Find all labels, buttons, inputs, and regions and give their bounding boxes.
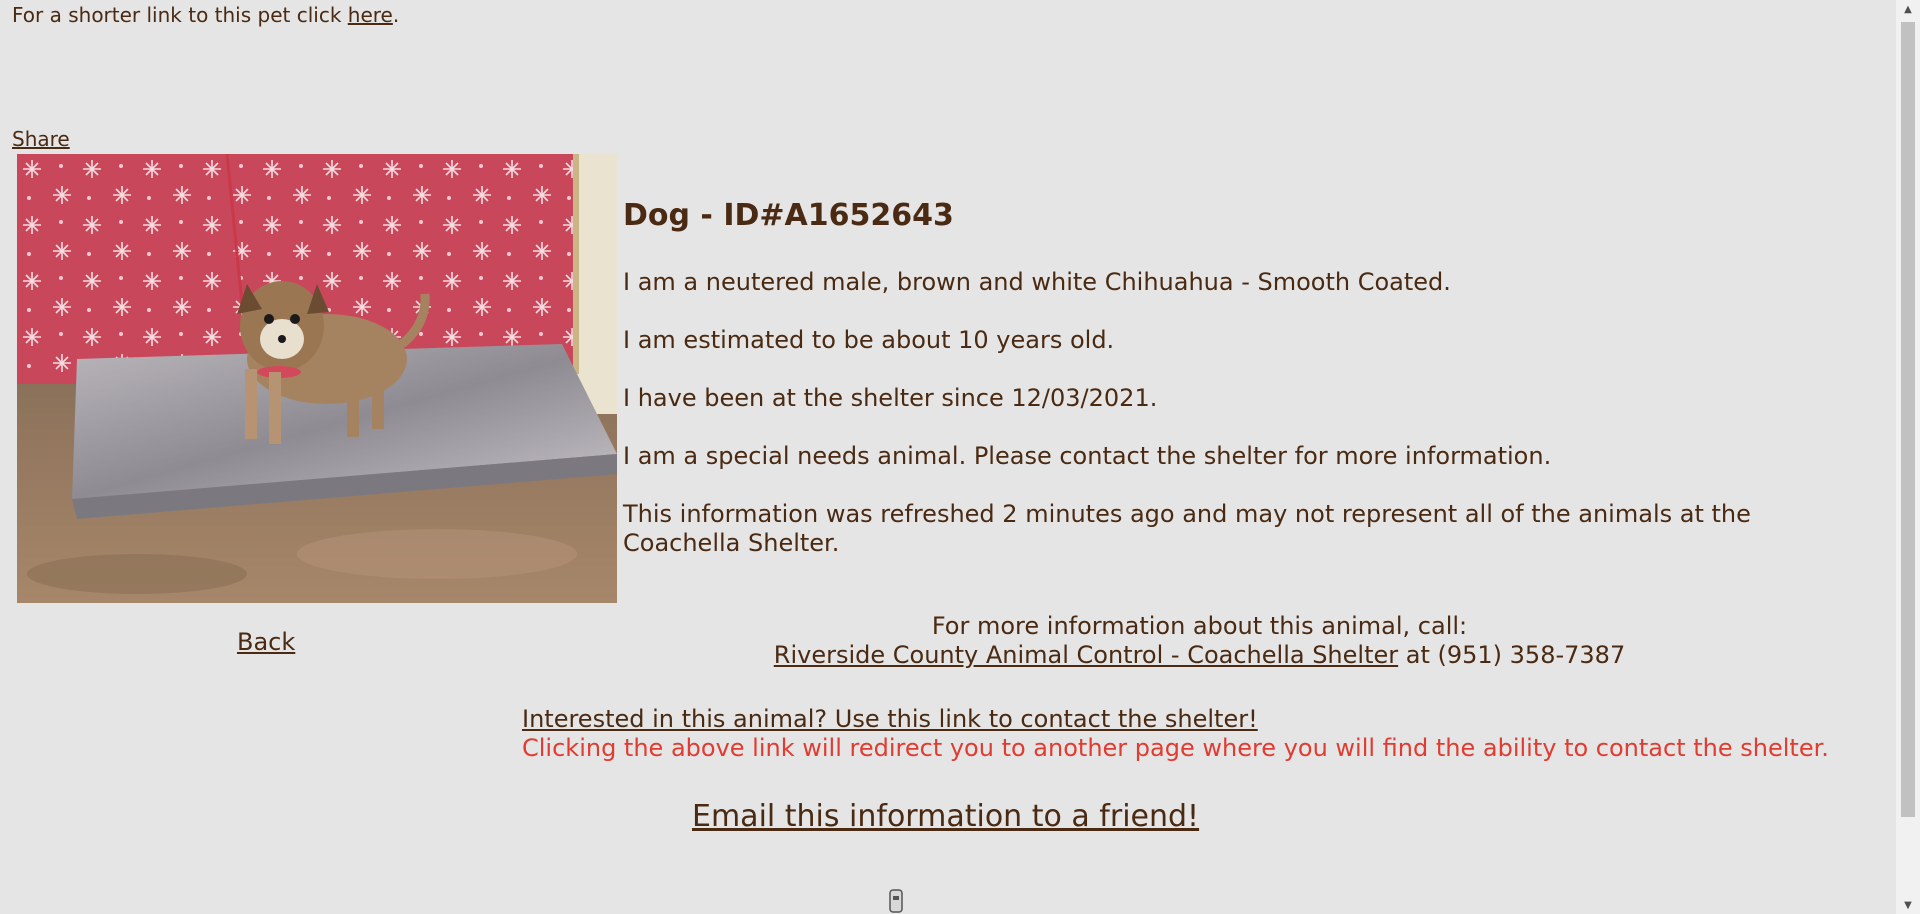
scroll-up-arrow-icon[interactable]: ▲ <box>1896 0 1920 18</box>
shelter-link[interactable]: Riverside County Animal Control - Coache… <box>774 641 1398 669</box>
pet-photo <box>17 154 617 603</box>
animal-description: I am a neutered male, brown and white Ch… <box>623 268 1451 296</box>
short-link-prefix: For a shorter link to this pet click <box>12 3 348 27</box>
animal-special-needs: I am a special needs animal. Please cont… <box>623 442 1552 470</box>
shelter-phone: at (951) 358-7387 <box>1398 641 1626 669</box>
scroll-down-arrow-icon[interactable]: ▼ <box>1896 896 1920 914</box>
refresh-note: This information was refreshed 2 minutes… <box>623 500 1751 557</box>
contact-info: For more information about this animal, … <box>622 612 1777 670</box>
back-link[interactable]: Back <box>237 627 295 657</box>
broken-image-icon <box>887 888 905 914</box>
contact-shelter-link[interactable]: Interested in this animal? Use this link… <box>522 705 1258 733</box>
email-friend-link[interactable]: Email this information to a friend! <box>692 799 1199 835</box>
animal-age: I am estimated to be about 10 years old. <box>623 326 1115 354</box>
interested-section: Interested in this animal? Use this link… <box>522 705 1829 763</box>
animal-title: Dog - ID#A1652643 <box>623 198 954 233</box>
scrollbar-thumb[interactable] <box>1901 22 1915 817</box>
animal-info: Dog - ID#A1652643 I am a neutered male, … <box>623 196 1823 557</box>
share-link[interactable]: Share <box>12 126 70 152</box>
contact-heading: For more information about this animal, … <box>931 612 1468 640</box>
short-link-line: For a shorter link to this pet click her… <box>12 2 399 28</box>
short-link-here[interactable]: here <box>348 3 393 27</box>
vertical-scrollbar[interactable]: ▲ ▼ <box>1896 0 1920 914</box>
contact-line: Riverside County Animal Control - Coache… <box>622 641 1777 670</box>
animal-shelter-since: I have been at the shelter since 12/03/2… <box>623 384 1158 412</box>
short-link-suffix: . <box>392 3 400 27</box>
redirect-note: Clicking the above link will redirect yo… <box>522 734 1829 762</box>
